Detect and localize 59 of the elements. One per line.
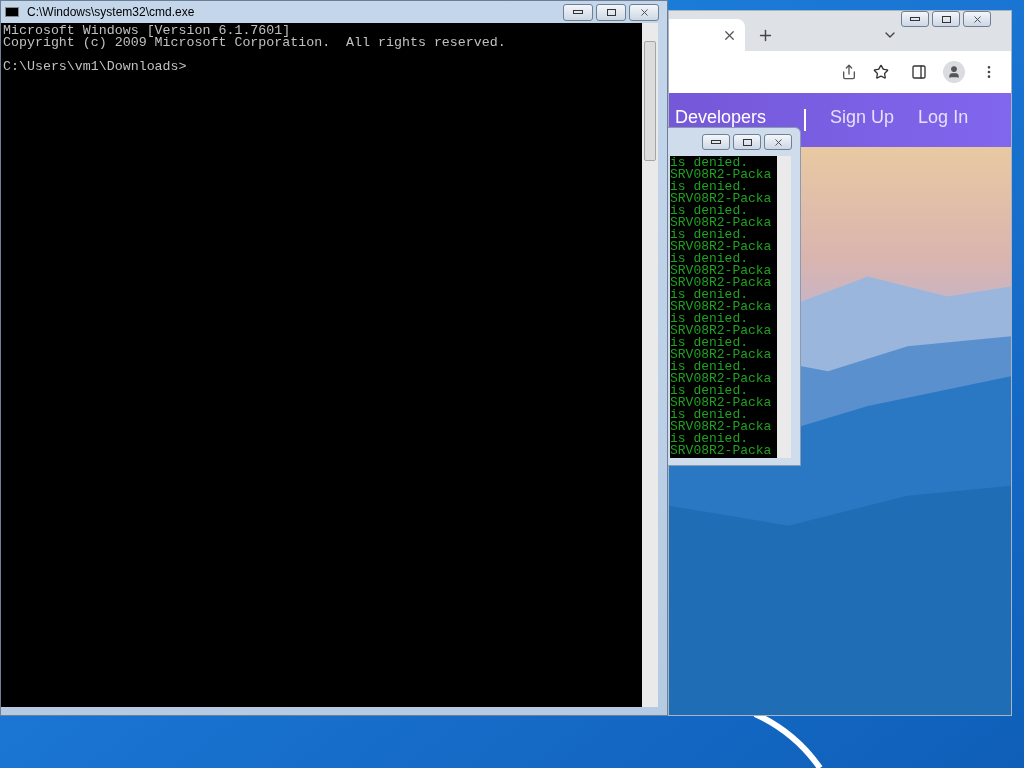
console-line: is denied. [670,433,748,445]
minimize-button[interactable] [901,11,929,27]
command-prompt: C:\Users\vm1\Downloads> [3,61,188,73]
console-line: is denied. [670,409,748,421]
minimize-icon [910,17,920,21]
scrollbar[interactable] [642,23,658,707]
console-line: is denied. [670,385,748,397]
window-title: C:\Windows\system32\cmd.exe [27,4,195,21]
star-icon[interactable] [873,64,889,80]
console-line: SRV08R2-Packa [670,349,773,361]
nav-link[interactable]: Sign Up [830,107,895,127]
console-line: is denied. [670,253,748,265]
console-line: SRV08R2-Packa [670,193,773,205]
console-line: is denied. [670,205,748,217]
console-line: is denied. [670,313,748,325]
console-line: SRV08R2-Packa [670,445,773,457]
share-icon[interactable] [841,64,857,80]
maximize-button[interactable] [733,134,761,150]
nav-link[interactable]: Log In [918,107,969,127]
console-line: SRV08R2-Packa [670,265,773,277]
console-line: SRV08R2-Packa [670,397,773,409]
console-line: SRV08R2-Packa [670,325,773,337]
console-line: SRV08R2-Packa [670,169,773,181]
nav-link[interactable]: Developers [675,107,767,127]
console-line: Copyright (c) 2009 Microsoft Corporation. All rights reserved. [3,37,507,49]
console-line: Microsoft Windows [Version 6.1.7601] [3,25,291,37]
console-line: SRV08R2-Packa [670,277,773,289]
console-line: is denied. [670,289,748,301]
console-line: SRV08R2-Packa [670,301,773,313]
console-line: is denied. [670,157,748,169]
close-button[interactable] [629,3,659,21]
scrollbar[interactable] [777,156,791,458]
console-line: SRV08R2-Packa [670,217,773,229]
close-button[interactable] [963,11,991,27]
console-line: SRV08R2-Packa [670,421,773,433]
side-panel-icon[interactable] [911,64,927,80]
close-icon [638,6,650,18]
console-line: is denied. [670,361,748,373]
minimize-button[interactable] [563,3,593,21]
minimize-icon [711,140,721,144]
maximize-button[interactable] [932,11,960,27]
close-button[interactable] [764,134,792,150]
console-line: is denied. [670,181,748,193]
maximize-button[interactable] [596,3,626,21]
nav-divider [804,109,807,131]
maximize-icon [606,8,616,16]
close-icon [971,13,983,25]
console-line: is denied. [670,337,748,349]
profile-avatar[interactable] [943,61,965,83]
console-line: SRV08R2-Packa [670,373,773,385]
minimize-icon [573,10,583,14]
minimize-button[interactable] [702,134,730,150]
console-line: is denied. [670,229,748,241]
cmd-icon [5,7,19,17]
maximize-icon [941,15,951,23]
scrollbar-thumb[interactable] [644,41,656,161]
close-icon [772,136,784,148]
console-line: SRV08R2-Packa [670,241,773,253]
maximize-icon [742,138,752,146]
